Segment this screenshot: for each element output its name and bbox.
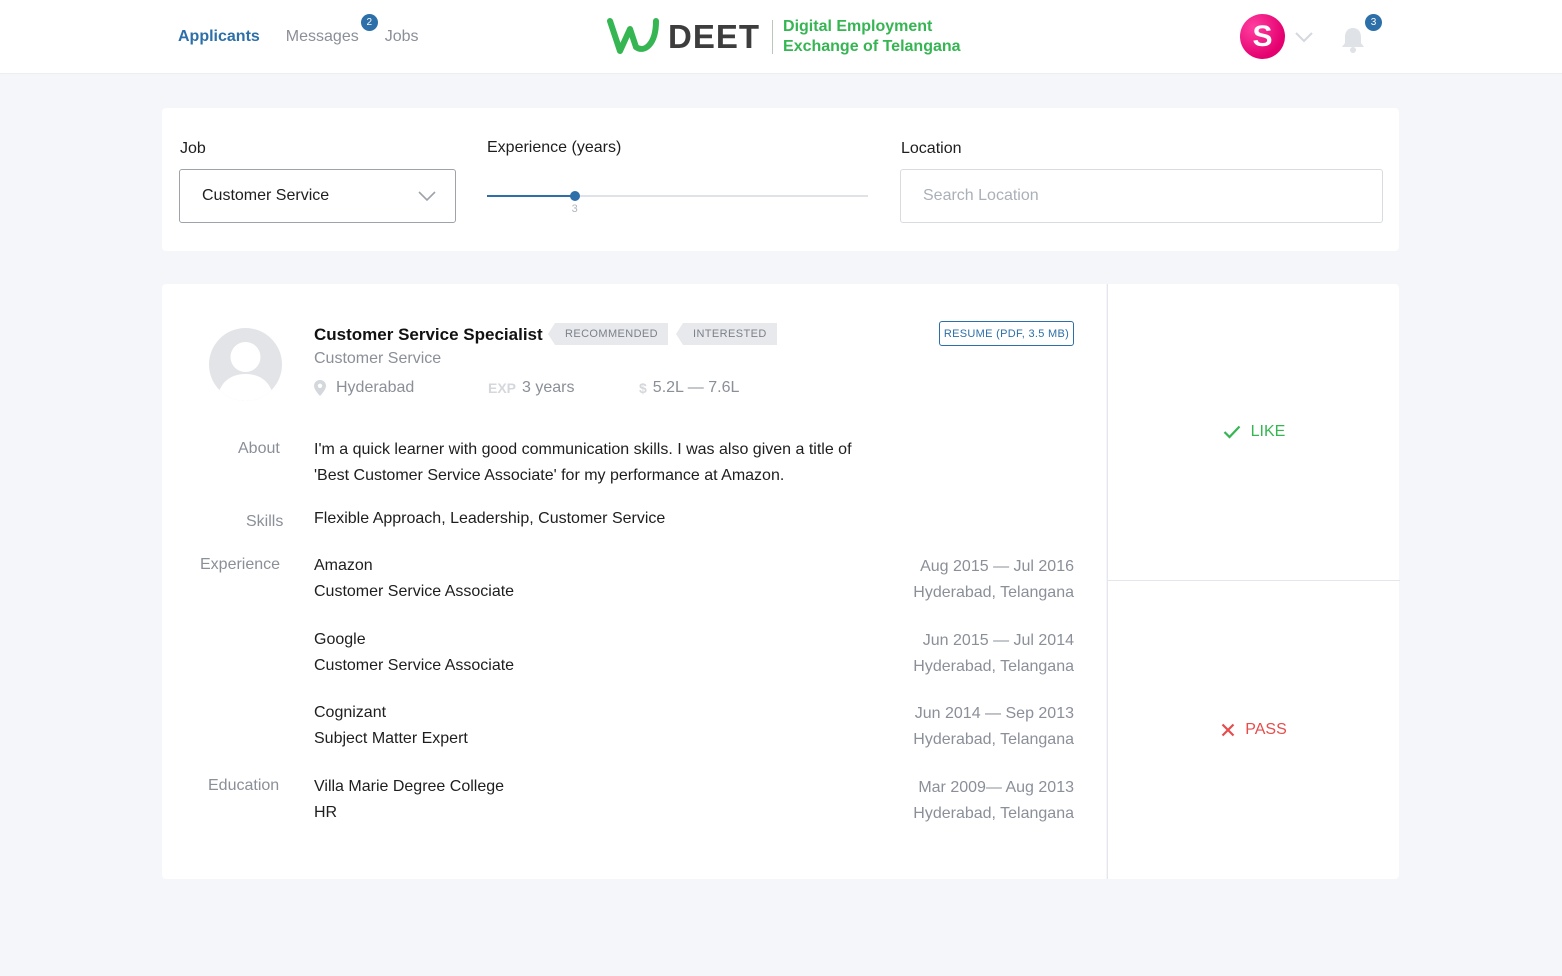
user-placeholder-icon <box>217 342 274 401</box>
experience-item: Amazon Customer Service Associate <box>314 553 514 605</box>
deet-logo[interactable]: DEET Digital Employment Exchange of Tela… <box>606 15 961 59</box>
decision-panel: LIKE PASS <box>1107 284 1400 879</box>
education-place: Hyderabad, Telangana <box>913 805 1074 822</box>
interested-tag: INTERESTED <box>676 323 777 345</box>
experience-place: Hyderabad, Telangana <box>913 731 1074 748</box>
pass-button[interactable]: PASS <box>1108 581 1400 879</box>
salary-value: 5.2L — 7.6L <box>652 379 740 396</box>
about-label: About <box>238 440 280 457</box>
experience-slider[interactable]: 3 <box>487 191 868 215</box>
experience-role: Subject Matter Expert <box>314 730 468 747</box>
dollar-icon: $ <box>639 380 647 396</box>
job-filter-label: Job <box>180 140 206 157</box>
location-filter-label: Location <box>901 140 962 157</box>
experience-dates: Jun 2015 — Jul 2014 <box>922 632 1074 649</box>
applicant-title: Customer Service Specialist <box>314 325 543 344</box>
close-icon <box>1221 723 1235 737</box>
experience-place: Hyderabad, Telangana <box>913 584 1074 601</box>
education-item: Villa Marie Degree College HR <box>314 774 504 826</box>
experience-label: Experience <box>200 556 281 573</box>
education-dates: Mar 2009— Aug 2013 <box>918 779 1074 796</box>
recommended-tag: RECOMMENDED <box>547 323 669 345</box>
experience-company: Google <box>314 631 366 648</box>
experience-company: Amazon <box>314 557 373 574</box>
skills-text: Flexible Approach, Leadership, Customer … <box>314 510 666 527</box>
experience-slider-thumb[interactable] <box>569 191 580 201</box>
exp-value: 3 years <box>522 379 575 396</box>
experience-meta: Jun 2014 — Sep 2013 Hyderabad, Telangana <box>913 701 1074 753</box>
applicant-card: Customer Service Specialist RECOMMENDED … <box>162 284 1106 879</box>
experience-slider-fill <box>487 195 575 197</box>
check-icon <box>1223 425 1240 439</box>
chevron-down-icon[interactable] <box>1294 30 1314 44</box>
about-text: I'm a quick learner with good communicat… <box>314 437 852 489</box>
logo-subtitle-line1: Digital Employment <box>783 18 933 35</box>
deet-logo-mark-icon <box>607 18 659 54</box>
main-nav: Applicants Messages 2 Jobs <box>178 0 445 74</box>
applicant-experience: EXP 3 years <box>488 379 574 397</box>
job-select-value: Customer Service <box>202 187 330 204</box>
logo-subtitle-line2: Exchange of Telangana <box>783 38 961 55</box>
logo-subtitle: Digital Employment Exchange of Telangana <box>783 17 961 57</box>
education-school: Villa Marie Degree College <box>314 778 505 795</box>
experience-item: Google Customer Service Associate <box>314 627 514 679</box>
pass-label: PASS <box>1245 721 1287 738</box>
exp-label: EXP <box>488 380 517 396</box>
nav-jobs[interactable]: Jobs <box>385 28 419 46</box>
resume-download-button[interactable]: RESUME (PDF, 3.5 MB) <box>939 321 1074 346</box>
experience-filter-label: Experience (years) <box>487 139 622 156</box>
nav-messages-label: Messages <box>285 28 359 45</box>
education-field: HR <box>314 804 338 821</box>
experience-place: Hyderabad, Telangana <box>913 658 1074 675</box>
applicant-location-text: Hyderabad <box>336 379 415 396</box>
experience-dates: Jun 2014 — Sep 2013 <box>914 705 1074 722</box>
job-select[interactable]: Customer Service <box>179 169 456 223</box>
notification-count-badge: 3 <box>1365 14 1382 31</box>
applicant-location: Hyderabad <box>314 379 414 397</box>
location-search-input[interactable] <box>900 169 1383 223</box>
experience-role: Customer Service Associate <box>314 657 515 674</box>
bell-icon[interactable] <box>1338 24 1368 54</box>
chevron-down-icon <box>418 191 436 202</box>
experience-meta: Jun 2015 — Jul 2014 Hyderabad, Telangana <box>913 628 1074 680</box>
messages-count-badge: 2 <box>360 14 378 31</box>
experience-item: Cognizant Subject Matter Expert <box>314 700 468 752</box>
top-navigation-bar: Applicants Messages 2 Jobs DEET Digital … <box>0 0 1562 74</box>
user-avatar[interactable]: S <box>1240 14 1285 59</box>
experience-company: Cognizant <box>314 704 387 721</box>
experience-slider-value: 3 <box>571 203 578 215</box>
like-label: LIKE <box>1250 423 1286 440</box>
about-line-2: 'Best Customer Service Associate' for my… <box>314 467 785 484</box>
logo-wordmark: DEET <box>668 18 761 55</box>
logo-divider <box>772 20 774 54</box>
about-line-1: I'm a quick learner with good communicat… <box>314 441 852 458</box>
applicant-category: Customer Service <box>314 350 442 367</box>
nav-messages[interactable]: Messages 2 <box>285 14 378 46</box>
location-pin-icon <box>314 380 326 396</box>
like-button[interactable]: LIKE <box>1108 284 1400 580</box>
skills-label: Skills <box>246 513 284 530</box>
education-meta: Mar 2009— Aug 2013 Hyderabad, Telangana <box>913 775 1074 827</box>
filter-panel: Job Customer Service Experience (years) … <box>162 108 1399 251</box>
education-label: Education <box>208 777 280 794</box>
experience-meta: Aug 2015 — Jul 2016 Hyderabad, Telangana <box>913 554 1074 606</box>
nav-applicants[interactable]: Applicants <box>178 28 260 46</box>
experience-role: Customer Service Associate <box>314 583 515 600</box>
applicant-avatar <box>209 328 282 401</box>
experience-dates: Aug 2015 — Jul 2016 <box>920 558 1074 575</box>
applicant-salary: $ 5.2L — 7.6L <box>639 379 739 397</box>
